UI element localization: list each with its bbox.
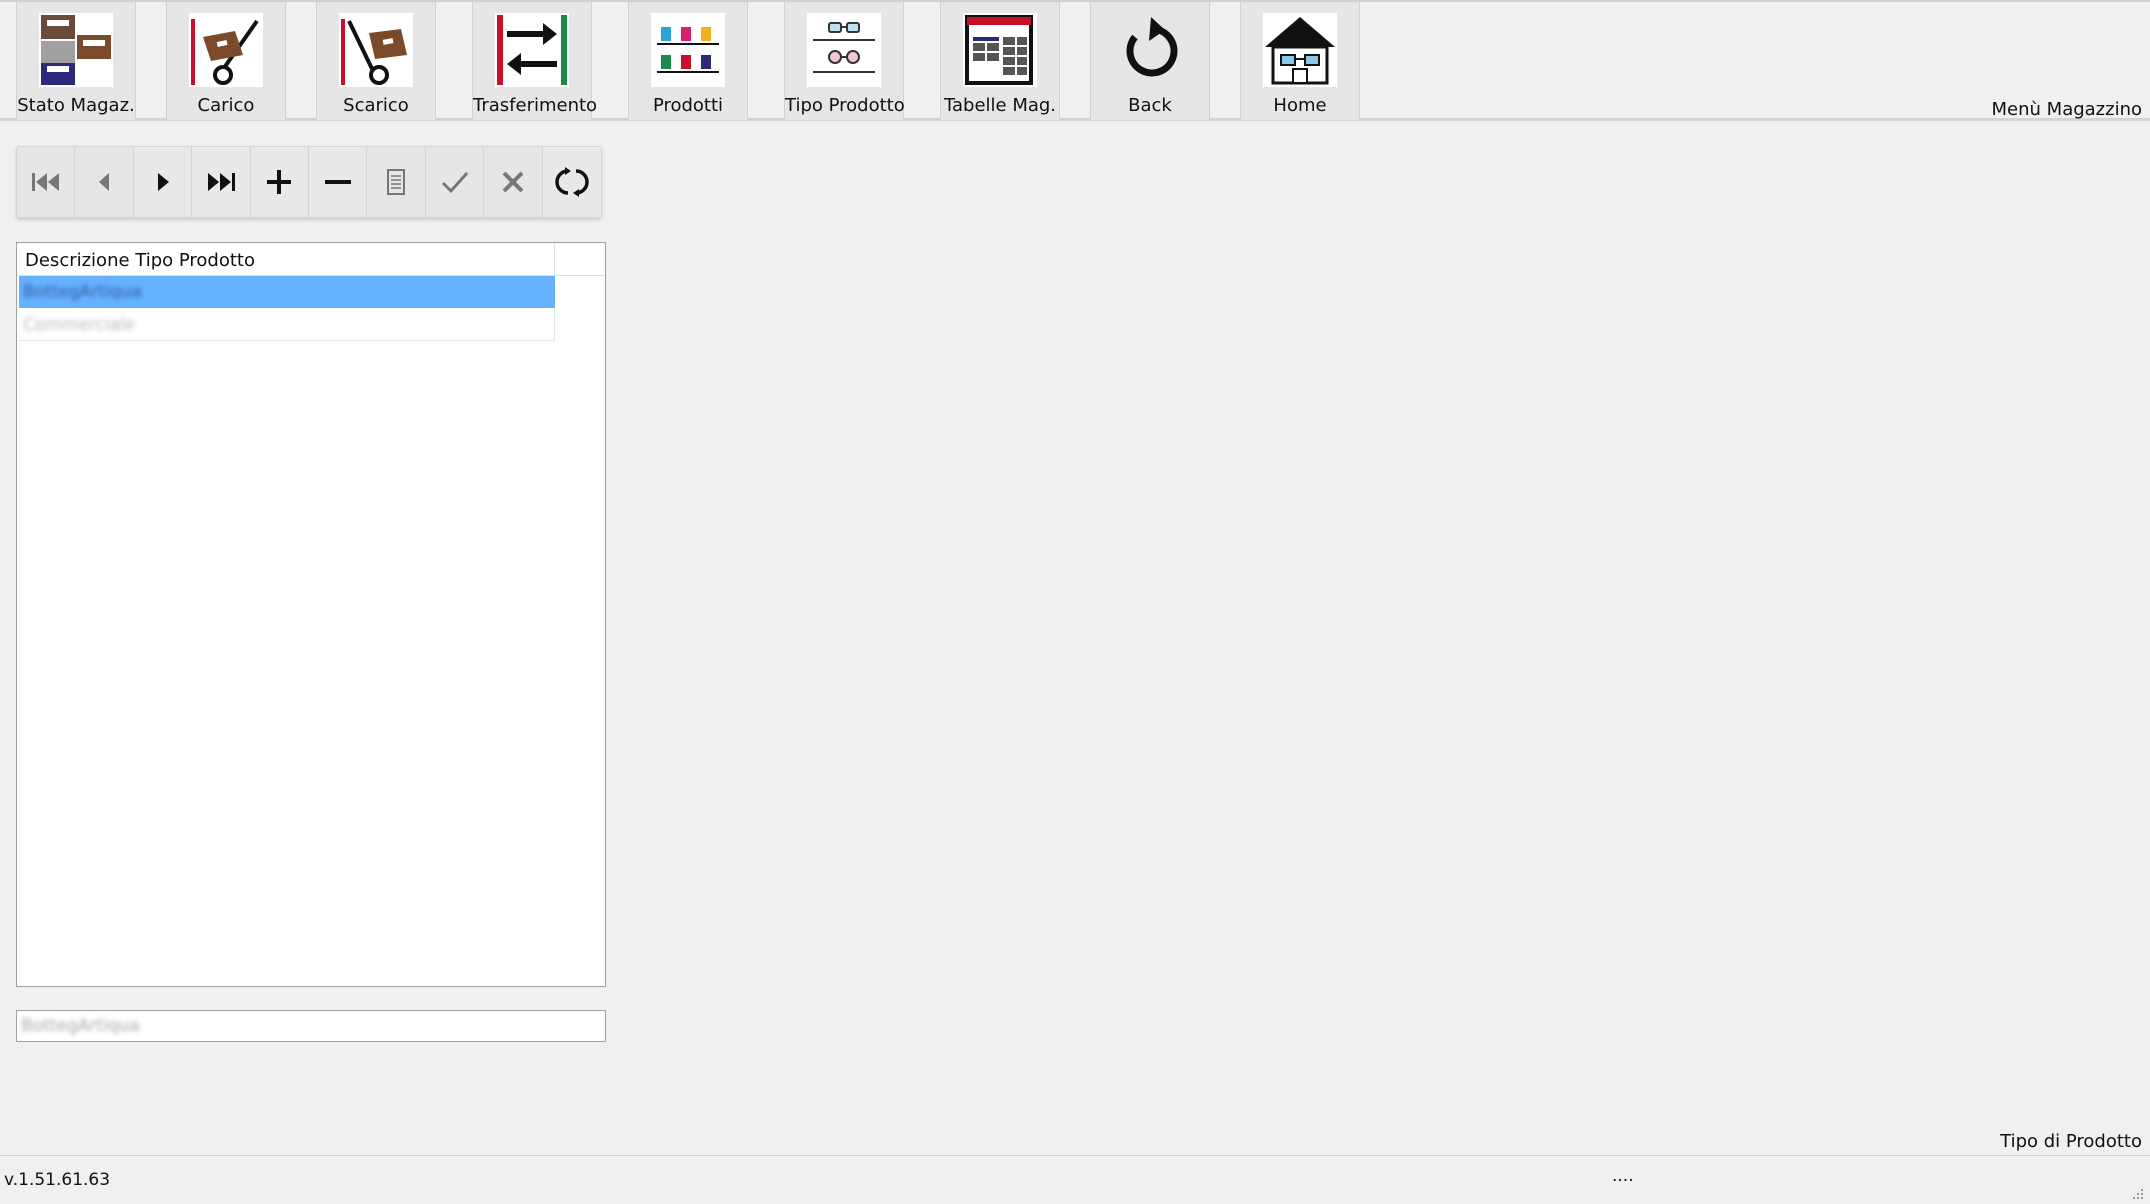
trasferimento-button[interactable]: Trasferimento: [472, 2, 598, 120]
back-button[interactable]: Back: [1090, 2, 1210, 120]
resize-grip-icon[interactable]: [2130, 1186, 2144, 1200]
status-dots: ....: [1612, 1166, 1634, 1186]
table-row[interactable]: Commerciale: [19, 309, 555, 341]
first-record-button[interactable]: [17, 147, 76, 217]
prodotti-button[interactable]: Prodotti: [628, 2, 748, 120]
previous-record-button[interactable]: [75, 147, 134, 217]
delete-record-icon: [324, 180, 351, 184]
scarico-button[interactable]: Scarico: [316, 2, 436, 120]
toolbar-label: Scarico: [343, 95, 409, 116]
toolbar-label: Tipo Prodotto: [785, 95, 905, 116]
previous-record-icon: [99, 173, 110, 191]
hand-truck-unload-icon: [339, 13, 413, 87]
last-record-icon: [207, 173, 235, 191]
column-header-descrizione[interactable]: Descrizione Tipo Prodotto: [17, 243, 555, 276]
refresh-icon: [555, 167, 589, 197]
form-title: Tipo di Prodotto: [2000, 1131, 2142, 1152]
row-cell: Commerciale: [23, 315, 136, 335]
product-type-grid[interactable]: Descrizione Tipo Prodotto BottegArtiqua …: [16, 242, 606, 987]
next-record-button[interactable]: [133, 147, 193, 217]
warehouse-stock-icon: [39, 13, 113, 87]
status-bar: v.1.51.61.63 ....: [0, 1155, 2150, 1204]
record-navigator: [16, 146, 602, 218]
toolbar-label: Home: [1273, 95, 1327, 116]
refresh-button[interactable]: [542, 147, 602, 217]
add-record-button[interactable]: [250, 147, 310, 217]
toolbar-label: Tabelle Mag.: [943, 95, 1057, 116]
toolbar-label: Prodotti: [652, 95, 724, 116]
home-button[interactable]: Home: [1240, 2, 1360, 120]
home-icon: [1263, 13, 1337, 87]
edit-record-icon: [387, 169, 406, 195]
toolbar-label: Back: [1128, 95, 1172, 116]
toolbar-label: Carico: [197, 95, 255, 116]
table-row[interactable]: BottegArtiqua: [19, 276, 555, 308]
products-shelf-icon: [651, 13, 725, 87]
first-record-icon: [31, 173, 59, 191]
add-record-icon: [267, 170, 292, 194]
confirm-button[interactable]: [426, 147, 485, 217]
description-field[interactable]: BottegArtiqua: [16, 1010, 606, 1042]
row-cell: BottegArtiqua: [23, 282, 142, 302]
stato-magazzino-button[interactable]: Stato Magaz.: [16, 2, 136, 120]
next-record-icon: [157, 173, 169, 191]
menu-title: Menù Magazzino: [1991, 99, 2142, 120]
undo-arrow-icon: [1113, 13, 1187, 87]
main-toolbar: Stato Magaz. Carico Scarico Trasferiment…: [0, 0, 2150, 121]
description-value: BottegArtiqua: [21, 1016, 140, 1036]
confirm-icon: [441, 172, 468, 194]
tables-icon: [963, 13, 1037, 87]
last-record-button[interactable]: [192, 147, 251, 217]
cancel-button[interactable]: [484, 147, 543, 217]
tipo-prodotto-button[interactable]: Tipo Prodotto: [784, 2, 905, 120]
tabelle-mag-button[interactable]: Tabelle Mag.: [940, 2, 1060, 120]
carico-button[interactable]: Carico: [166, 2, 286, 120]
delete-record-button[interactable]: [309, 147, 368, 217]
column-header-spacer: [555, 243, 605, 276]
version-label: v.1.51.61.63: [4, 1170, 111, 1190]
hand-truck-load-icon: [189, 13, 263, 87]
cancel-icon: [502, 171, 524, 193]
toolbar-label: Stato Magaz.: [17, 95, 135, 116]
transfer-icon: [495, 13, 569, 87]
glasses-shelf-icon: [807, 13, 881, 87]
edit-record-button[interactable]: [367, 147, 426, 217]
toolbar-label: Trasferimento: [473, 95, 598, 116]
